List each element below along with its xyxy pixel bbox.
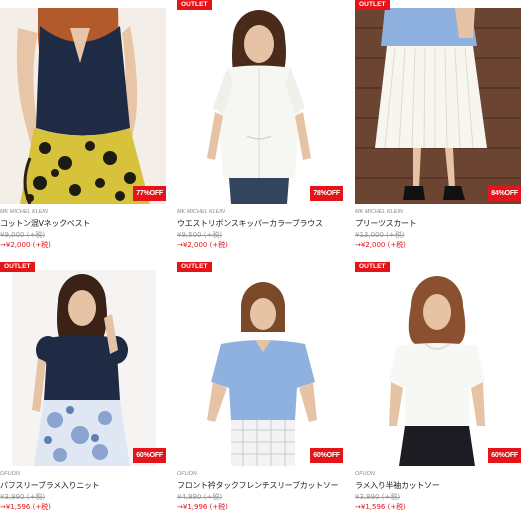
product-card[interactable]: OUTLET: [355, 0, 521, 250]
sale-price: →¥2,000 (+税): [177, 241, 228, 249]
product-photo[interactable]: [355, 270, 521, 466]
product-name[interactable]: コットン混Vネックベスト: [0, 218, 90, 229]
sale-price: →¥1,996 (+税): [177, 503, 228, 511]
brand-label: OFUON: [355, 471, 375, 477]
product-grid: 77%OFF MK MICHEL KLEIN コットン混Vネックベスト ¥9,0…: [0, 0, 522, 515]
product-card[interactable]: OUTLET 60%OFF OFUON ラメ入り半袖カットソー ¥3,990 (…: [355, 262, 521, 512]
discount-badge: 60%OFF: [488, 448, 521, 463]
product-name[interactable]: ラメ入り半袖カットソー: [355, 480, 440, 491]
product-photo[interactable]: [0, 8, 166, 204]
outlet-badge: OUTLET: [355, 0, 390, 10]
brand-label: MK MICHEL KLEIN: [355, 209, 403, 215]
brand-label: OFUON: [177, 471, 197, 477]
outlet-badge: OUTLET: [355, 262, 390, 272]
brand-label: MK MICHEL KLEIN: [0, 209, 48, 215]
product-photo[interactable]: [0, 270, 166, 466]
sale-price: →¥1,596 (+税): [355, 503, 406, 511]
product-name[interactable]: ウエストリボンスキッパーカラーブラウス: [177, 218, 323, 229]
discount-badge: 77%OFF: [133, 186, 166, 201]
outlet-badge: OUTLET: [177, 0, 212, 10]
original-price: ¥3,990 (+税): [355, 493, 401, 501]
discount-badge: 60%OFF: [133, 448, 166, 463]
product-name[interactable]: パフスリーブラメ入りニット: [0, 480, 100, 491]
sale-price: →¥2,000 (+税): [0, 241, 51, 249]
original-price: ¥4,990 (+税): [177, 493, 223, 501]
product-photo[interactable]: [177, 8, 343, 204]
original-price: ¥9,000 (+税): [0, 231, 46, 239]
brand-label: OFUON: [0, 471, 20, 477]
product-card[interactable]: 77%OFF MK MICHEL KLEIN コットン混Vネックベスト ¥9,0…: [0, 0, 166, 250]
product-card[interactable]: OUTLET: [0, 262, 166, 512]
product-card[interactable]: OUTLET: [177, 262, 343, 512]
product-photo[interactable]: [177, 270, 343, 466]
discount-badge: 78%OFF: [310, 186, 343, 201]
product-card[interactable]: OUTLET 78%OFF MK MICHEL KLEIN ウエストリボンスキッ…: [177, 0, 343, 250]
discount-badge: 84%OFF: [488, 186, 521, 201]
sale-price: →¥1,596 (+税): [0, 503, 51, 511]
product-name[interactable]: フロント衿タックフレンチスリーブカットソー: [177, 480, 339, 491]
brand-label: MK MICHEL KLEIN: [177, 209, 225, 215]
original-price: ¥13,000 (+税): [355, 231, 405, 239]
product-name[interactable]: プリーツスカート: [355, 218, 417, 229]
original-price: ¥9,500 (+税): [177, 231, 223, 239]
sale-price: →¥2,000 (+税): [355, 241, 406, 249]
product-photo[interactable]: [355, 8, 521, 204]
outlet-badge: OUTLET: [0, 262, 35, 272]
outlet-badge: OUTLET: [177, 262, 212, 272]
discount-badge: 60%OFF: [310, 448, 343, 463]
original-price: ¥3,990 (+税): [0, 493, 46, 501]
